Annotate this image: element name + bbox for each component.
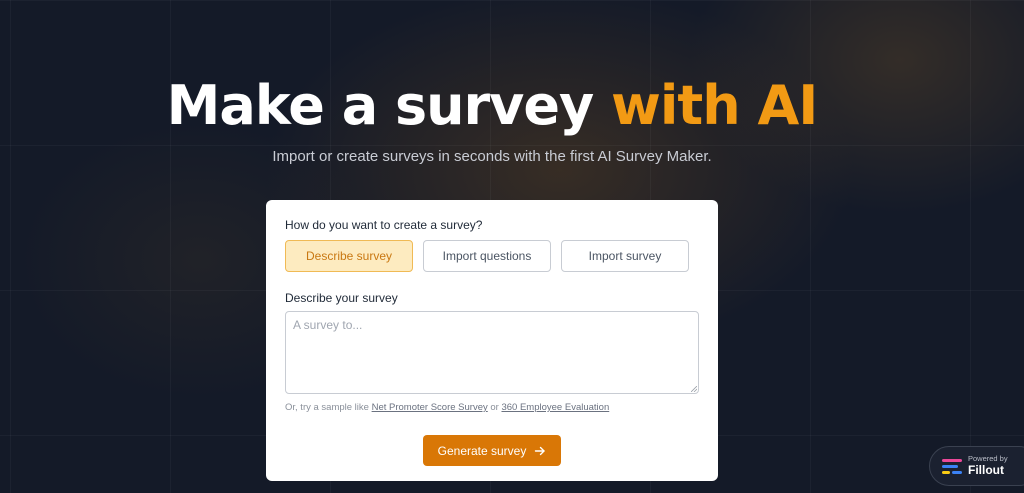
describe-survey-option[interactable]: Describe survey xyxy=(285,240,413,272)
import-questions-option[interactable]: Import questions xyxy=(423,240,551,272)
employee-eval-sample-link[interactable]: 360 Employee Evaluation xyxy=(501,402,609,413)
creation-method-label: How do you want to create a survey? xyxy=(285,218,483,232)
brand-name: Fillout xyxy=(968,462,1004,477)
sample-suggestions: Or, try a sample like Net Promoter Score… xyxy=(285,402,609,413)
powered-by-badge[interactable]: Powered by Fillout xyxy=(929,446,1024,486)
resize-grip-icon[interactable] xyxy=(691,386,697,392)
samples-prefix: Or, try a sample like xyxy=(285,402,372,413)
page: Make a survey with AI Import or create s… xyxy=(0,0,1024,493)
arrow-right-icon xyxy=(535,446,546,455)
page-subtitle: Import or create surveys in seconds with… xyxy=(272,148,712,165)
generate-survey-label: Generate survey xyxy=(437,443,527,458)
page-title: Make a survey with AI xyxy=(0,74,984,137)
import-survey-option[interactable]: Import survey xyxy=(561,240,689,272)
nps-sample-link[interactable]: Net Promoter Score Survey xyxy=(372,402,488,413)
survey-form-card: How do you want to create a survey? Desc… xyxy=(266,200,718,481)
generate-survey-button[interactable]: Generate survey xyxy=(423,435,561,466)
fillout-logo-icon xyxy=(942,458,962,474)
samples-middle: or xyxy=(487,402,502,413)
survey-description-input[interactable] xyxy=(285,311,699,394)
describe-survey-label: Describe your survey xyxy=(285,291,398,305)
title-accent: with AI xyxy=(611,74,818,137)
title-main: Make a survey xyxy=(166,74,611,137)
